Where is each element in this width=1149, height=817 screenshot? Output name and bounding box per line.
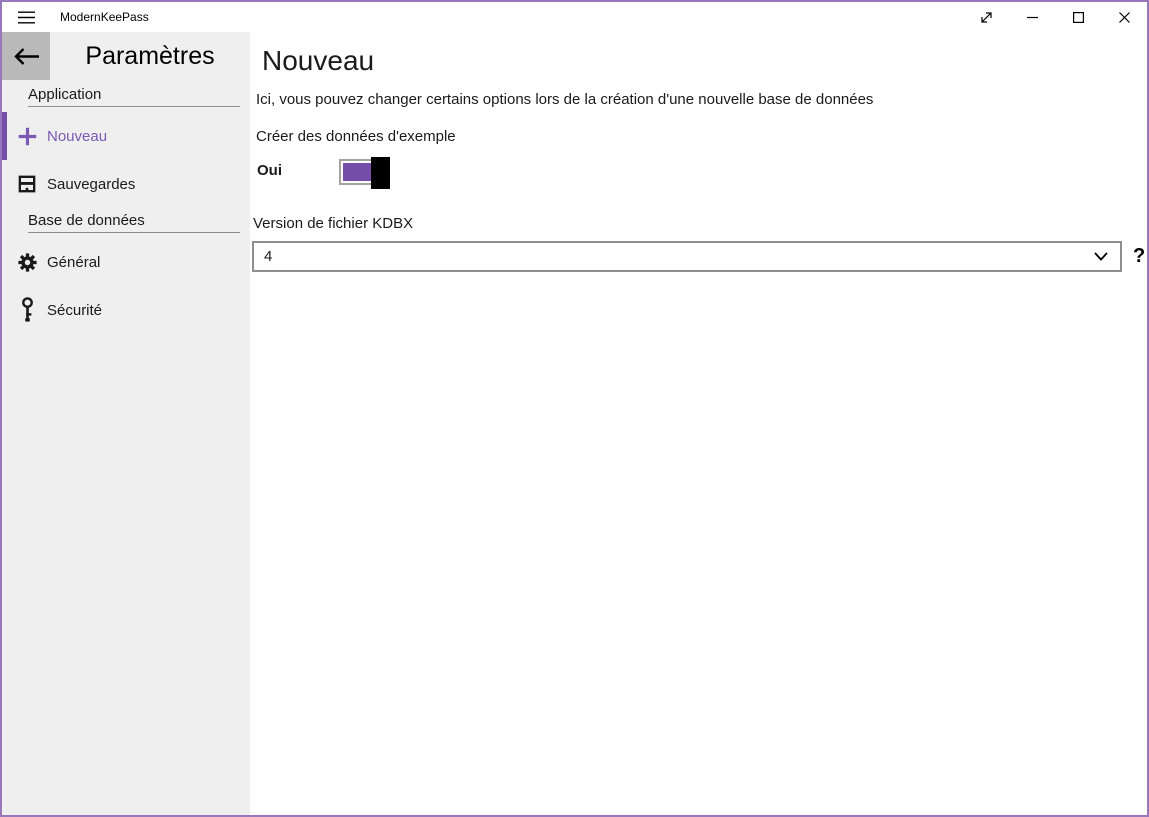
toggle-thumb[interactable] [371,157,390,189]
sidebar-title: Paramètres [50,32,250,80]
help-button[interactable]: ? [1133,241,1145,272]
chevron-down-icon [1094,252,1108,261]
section-header-base-de-donnees: Base de données [28,212,240,233]
sidebar-item-sauvegardes[interactable]: Sauvegardes [2,160,250,208]
sidebar-item-general[interactable]: Général [2,238,250,286]
hamburger-menu-button[interactable] [2,2,50,32]
section-header-application: Application [28,86,240,107]
hamburger-icon [18,11,35,24]
sample-data-toggle[interactable] [339,159,385,185]
window-controls [963,2,1147,32]
settings-content: Nouveau Ici, vous pouvez changer certain… [250,32,1147,815]
sidebar-item-label: Sécurité [47,302,102,319]
gear-icon [16,249,38,275]
sample-data-label: Créer des données d'exemple [256,127,1147,147]
kdbx-version-row: 4 ? [252,241,1147,272]
combobox-selected-value: 4 [264,248,1094,265]
sidebar-item-label: Nouveau [47,128,107,145]
app-body: Paramètres Application Nouveau Sauvegard… [2,32,1147,815]
save-icon [16,171,38,197]
sidebar-header: Paramètres [2,32,250,80]
sidebar-item-nouveau[interactable]: Nouveau [2,112,250,160]
maximize-button[interactable] [1055,2,1101,32]
fullscreen-icon [980,11,993,24]
key-icon [16,297,38,323]
close-button[interactable] [1101,2,1147,32]
close-icon [1119,12,1130,23]
fullscreen-button[interactable] [963,2,1009,32]
sidebar-item-securite[interactable]: Sécurité [2,286,250,334]
sidebar-item-label: Général [47,254,100,271]
app-title: ModernKeePass [60,10,149,24]
settings-sidebar: Paramètres Application Nouveau Sauvegard… [2,32,250,815]
sidebar-item-label: Sauvegardes [47,176,135,193]
app-window: ModernKeePass [0,0,1149,817]
minimize-button[interactable] [1009,2,1055,32]
minimize-icon [1027,12,1038,23]
back-arrow-icon [13,47,40,66]
page-description: Ici, vous pouvez changer certains option… [256,90,1147,110]
plus-icon [16,123,38,149]
maximize-icon [1073,12,1084,23]
toggle-state-label: Oui [257,162,282,179]
page-title: Nouveau [262,42,1147,80]
kdbx-version-combobox[interactable]: 4 [252,241,1122,272]
back-button[interactable] [2,32,50,80]
kdbx-version-label: Version de fichier KDBX [253,214,1147,234]
sample-data-toggle-row: Oui [250,155,1147,189]
titlebar: ModernKeePass [2,2,1147,32]
